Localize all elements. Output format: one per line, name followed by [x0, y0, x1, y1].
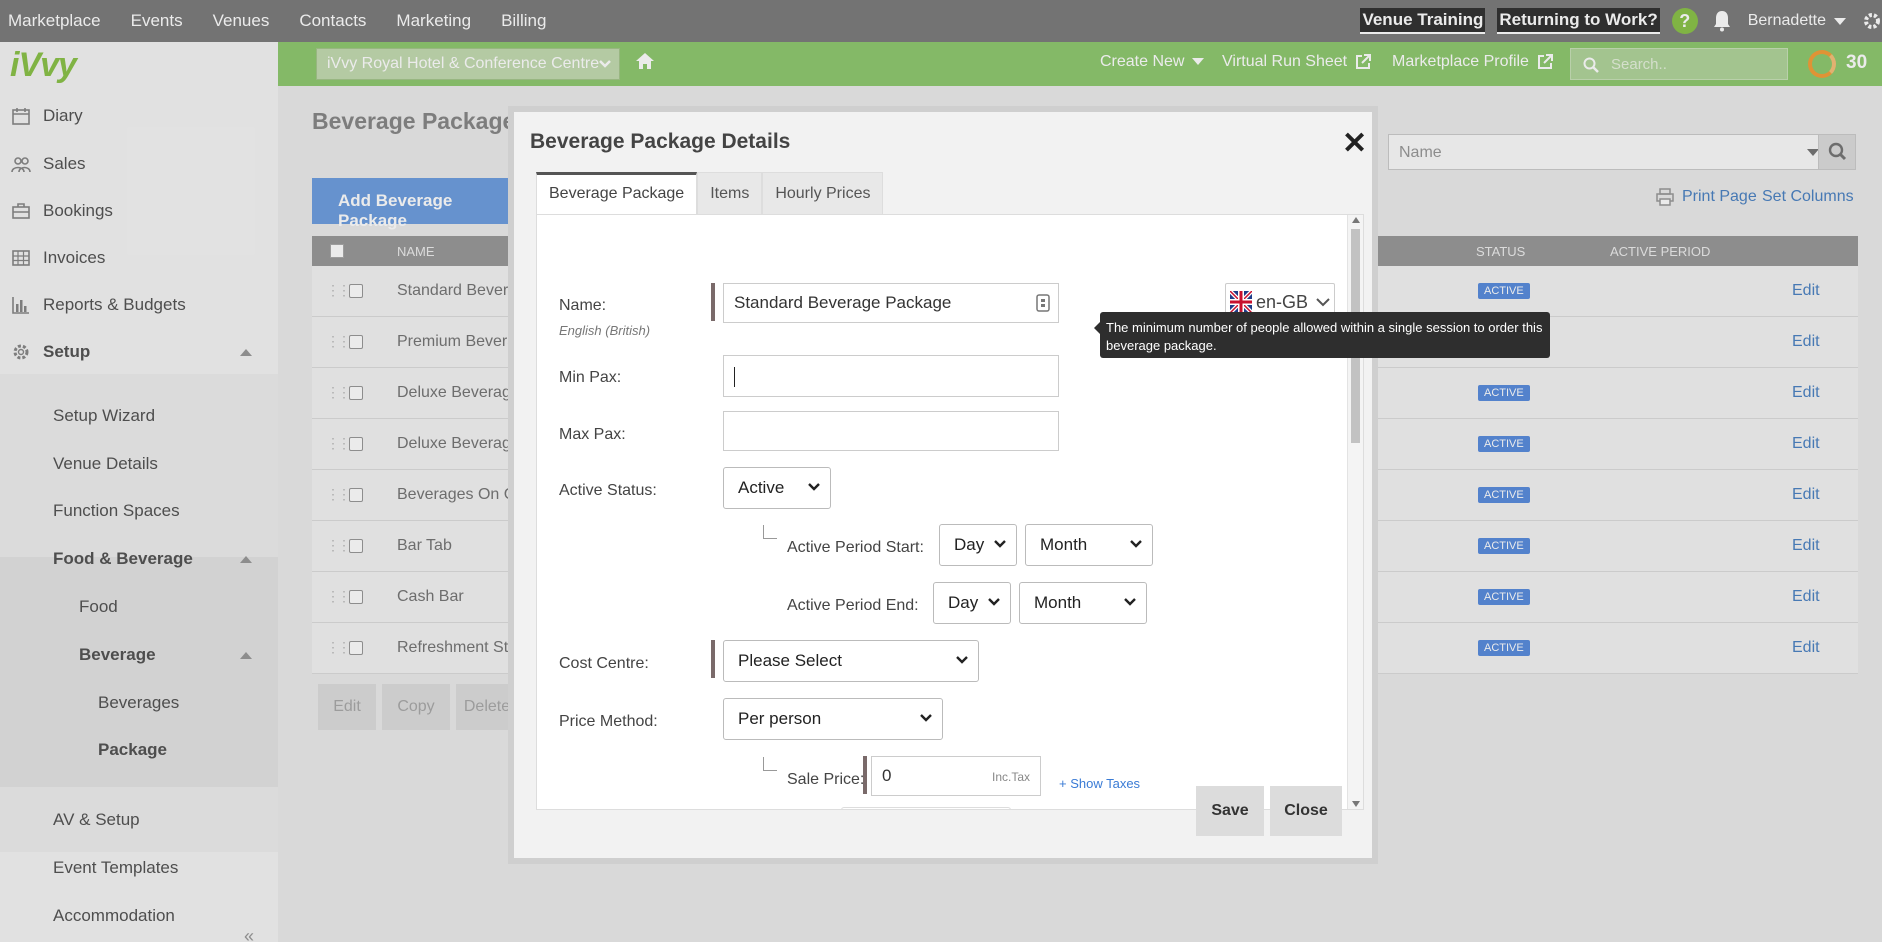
active-status-select[interactable]: Active	[723, 467, 831, 509]
scroll-up-icon[interactable]	[1352, 217, 1360, 223]
chevron-down-icon	[994, 540, 1006, 548]
uk-flag-icon	[1230, 291, 1252, 313]
name-input[interactable]: Standard Beverage Package	[723, 283, 1059, 323]
cost-centre-label: Cost Centre:	[559, 655, 649, 672]
tree-connector	[763, 525, 777, 539]
show-taxes-link[interactable]: + Show Taxes	[1059, 776, 1140, 791]
max-pax-input[interactable]	[723, 411, 1059, 451]
chevron-down-icon	[1130, 540, 1142, 548]
min-pax-label: Min Pax:	[559, 369, 622, 386]
cost-centre-select[interactable]: Please Select	[723, 640, 979, 682]
tab-hourly-prices[interactable]: Hourly Prices	[762, 172, 884, 214]
close-button[interactable]: Close	[1270, 786, 1342, 836]
period-end-day-select[interactable]: Day	[933, 582, 1011, 624]
period-start-day-select[interactable]: Day	[939, 524, 1017, 566]
chevron-down-icon	[1124, 598, 1136, 606]
month-value: Month	[1040, 535, 1088, 554]
active-status-value: Active	[738, 478, 785, 497]
chevron-down-icon	[956, 656, 968, 664]
scroll-down-icon[interactable]	[1352, 801, 1360, 807]
cost-centre-value: Please Select	[738, 651, 842, 670]
save-button[interactable]: Save	[1196, 786, 1264, 836]
form-scrollbar[interactable]	[1347, 215, 1363, 809]
period-end-month-select[interactable]: Month	[1019, 582, 1147, 624]
text-cursor	[734, 367, 735, 387]
tab-items[interactable]: Items	[697, 172, 763, 214]
name-language-label: English (British)	[559, 323, 651, 338]
translate-icon[interactable]	[1036, 294, 1050, 312]
active-period-end-label: Active Period End:	[787, 597, 919, 614]
sale-price-input[interactable]: 0 Inc.Tax	[871, 756, 1041, 796]
active-status-label: Active Status:	[559, 482, 657, 499]
chevron-down-icon	[920, 714, 932, 722]
tree-connector	[763, 757, 777, 771]
chevron-down-icon	[988, 598, 1000, 606]
day-value: Day	[948, 593, 979, 612]
month-value: Month	[1034, 593, 1082, 612]
period-start-month-select[interactable]: Month	[1025, 524, 1153, 566]
max-pax-label: Max Pax:	[559, 426, 626, 443]
chevron-down-icon	[808, 483, 820, 491]
next-field-partial	[841, 807, 1011, 809]
required-indicator	[863, 756, 867, 794]
sale-price-label: Sale Price:	[787, 771, 865, 788]
tab-beverage-package[interactable]: Beverage Package	[536, 172, 698, 214]
close-icon[interactable]: ✕	[1342, 126, 1367, 161]
price-method-label: Price Method:	[559, 713, 658, 730]
price-method-select[interactable]: Per person	[723, 698, 943, 740]
min-pax-input[interactable]	[723, 355, 1059, 397]
day-value: Day	[954, 535, 985, 554]
active-period-start-label: Active Period Start:	[787, 539, 924, 556]
beverage-package-modal: Beverage Package Details ✕ Beverage Pack…	[508, 106, 1378, 864]
modal-tabs: Beverage Package Items Hourly Prices	[536, 172, 884, 214]
min-pax-tooltip: The minimum number of people allowed wit…	[1094, 312, 1550, 358]
inc-tax-label: Inc.Tax	[991, 770, 1030, 784]
modal-title: Beverage Package Details	[530, 130, 791, 153]
form-panel: Name: English (British) Standard Beverag…	[536, 214, 1364, 810]
required-indicator	[711, 640, 715, 678]
language-value: en-GB	[1256, 291, 1309, 312]
sale-price-value: 0	[882, 766, 892, 785]
price-method-value: Per person	[738, 709, 822, 728]
name-input-value: Standard Beverage Package	[734, 293, 952, 312]
name-label: Name:	[559, 297, 607, 314]
chevron-down-icon	[1316, 298, 1330, 307]
required-indicator	[711, 283, 715, 321]
